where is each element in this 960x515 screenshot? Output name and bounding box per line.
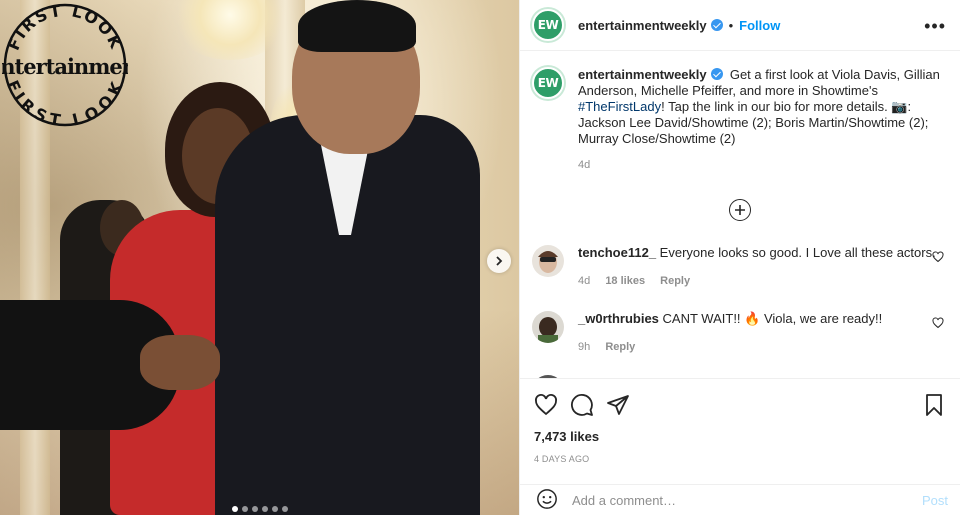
heart-icon — [932, 317, 944, 329]
caption-username[interactable]: entertainmentweekly — [578, 67, 707, 82]
comment-button[interactable] — [570, 393, 594, 417]
comment-time[interactable]: 4d — [578, 275, 590, 287]
carousel-dot — [272, 506, 278, 512]
post-caption: EW entertainmentweekly Get a first look … — [532, 67, 948, 173]
watermark-arc-bottom: FIRST LOOK — [3, 77, 125, 128]
header-separator: • — [728, 17, 734, 33]
share-button[interactable] — [606, 393, 630, 417]
post-photo[interactable]: FIRST LOOK FIRST LOOK Entertainment — [0, 0, 519, 515]
chevron-right-icon — [496, 256, 503, 266]
save-button[interactable] — [922, 393, 946, 417]
watermark-arc-top: FIRST LOOK — [4, 2, 125, 53]
comment-text: Everyone looks so good. I Love all these… — [659, 245, 936, 260]
follow-button[interactable]: Follow — [739, 18, 780, 33]
bookmark-icon — [926, 394, 942, 416]
like-button[interactable] — [534, 393, 558, 417]
paper-plane-icon — [607, 395, 629, 415]
avatar[interactable]: EW — [532, 67, 564, 99]
verified-badge-icon — [710, 19, 723, 31]
svg-text:FIRST LOOK: FIRST LOOK — [4, 2, 127, 53]
header-username[interactable]: entertainmentweekly — [578, 18, 707, 33]
likes-count[interactable]: 7,473 likes — [534, 429, 946, 444]
more-options-button[interactable]: ••• — [924, 16, 946, 37]
comment-input[interactable]: Add a comment… — [572, 493, 922, 508]
svg-text:FIRST LOOK: FIRST LOOK — [3, 77, 127, 128]
plus-circle-icon — [729, 199, 751, 221]
heart-icon — [932, 251, 944, 263]
emoji-button[interactable] — [536, 488, 558, 513]
verified-badge-icon — [710, 68, 723, 80]
carousel-dot — [252, 506, 258, 512]
comment-text: CANT WAIT!! 🔥 Viola, we are ready!! — [662, 311, 883, 326]
comment-reply-button[interactable]: Reply — [660, 275, 690, 287]
comment-username[interactable]: tenchoe112_ — [578, 245, 656, 260]
comment-likes-count[interactable]: 18 likes — [605, 275, 645, 287]
comment-like-button[interactable] — [932, 317, 944, 332]
load-more-comments-button[interactable] — [532, 199, 948, 221]
comment-like-button[interactable] — [932, 251, 944, 266]
first-look-watermark: FIRST LOOK FIRST LOOK Entertainment — [2, 2, 128, 128]
post-date[interactable]: 4 DAYS AGO — [534, 454, 946, 464]
emoji-icon — [537, 488, 557, 509]
carousel-dot — [282, 506, 288, 512]
post-actions: 7,473 likes 4 DAYS AGO — [520, 378, 960, 464]
more-horizontal-icon: ••• — [924, 16, 946, 36]
heart-icon — [535, 394, 557, 416]
comment-item: tenchoe112_ Everyone looks so good. I Lo… — [532, 245, 948, 287]
post-header: EW entertainmentweekly • Follow ••• — [520, 0, 960, 51]
carousel-next-button[interactable] — [487, 249, 511, 273]
photo-figure — [298, 0, 416, 52]
carousel-dots — [232, 506, 288, 512]
caption-timestamp[interactable]: 4d — [578, 157, 948, 173]
watermark-brand: Entertainment — [2, 54, 128, 79]
avatar[interactable] — [532, 311, 564, 343]
comments-section[interactable]: EW entertainmentweekly Get a first look … — [520, 51, 960, 378]
comment-username[interactable]: _w0rthrubies — [578, 311, 659, 326]
caption-hashtag-link[interactable]: #TheFirstLady — [578, 99, 661, 114]
comment-time[interactable]: 9h — [578, 341, 590, 353]
avatar[interactable] — [532, 245, 564, 277]
comment-bubble-icon — [571, 394, 593, 416]
carousel-dot — [242, 506, 248, 512]
avatar[interactable]: EW — [532, 9, 564, 41]
post-comment-button[interactable]: Post — [922, 493, 948, 508]
photo-figure — [140, 335, 220, 390]
comment-reply-button[interactable]: Reply — [605, 341, 635, 353]
carousel-dot — [262, 506, 268, 512]
carousel-dot — [232, 506, 238, 512]
post-side-panel: EW entertainmentweekly • Follow ••• EW e… — [519, 0, 960, 515]
comment-item: _w0rthrubies CANT WAIT!! 🔥 Viola, we are… — [532, 311, 948, 353]
add-comment-bar: Add a comment… Post — [520, 484, 960, 515]
